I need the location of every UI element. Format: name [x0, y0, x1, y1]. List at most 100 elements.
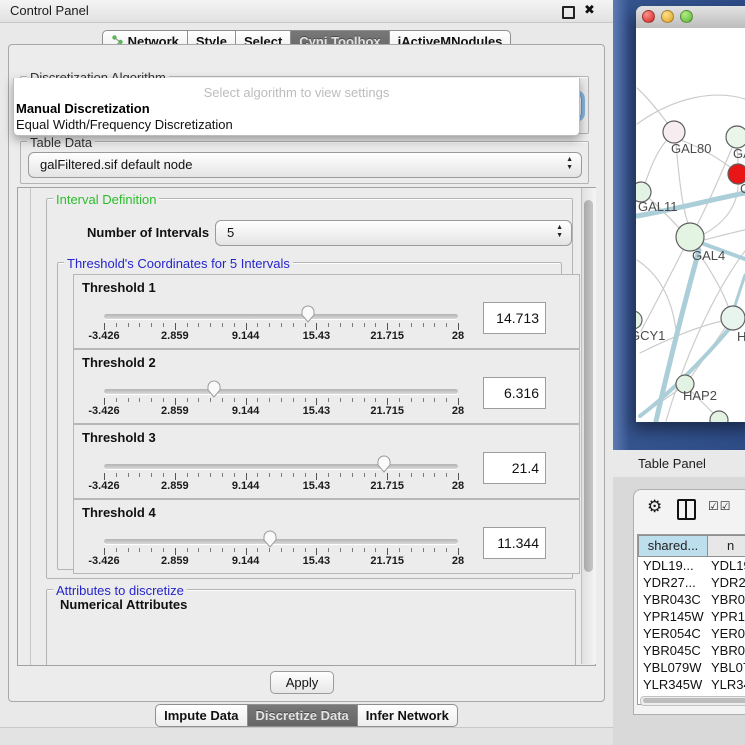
apply-button[interactable]: Apply	[270, 671, 334, 694]
threshold-slider[interactable]: -3.4262.8599.14415.4321.71528	[104, 425, 458, 498]
tick-mark	[352, 323, 353, 327]
tick-label: 28	[452, 405, 464, 417]
tick-label: -3.426	[88, 480, 119, 492]
table-row[interactable]: YDR27...YDR27...	[638, 574, 745, 591]
tick-mark	[246, 398, 247, 405]
slider-ticks	[104, 472, 458, 480]
table-row[interactable]: YBL079WYBL079W	[638, 659, 745, 676]
tick-mark	[210, 548, 211, 552]
tick-mark	[387, 548, 388, 555]
combo-value: 5	[227, 225, 234, 240]
slider-track[interactable]	[104, 539, 458, 544]
network-node[interactable]	[636, 311, 642, 329]
network-edge[interactable]	[637, 88, 668, 124]
tab-infer-network[interactable]: Infer Network	[358, 704, 458, 727]
viewport-scrollbar[interactable]	[581, 188, 596, 664]
network-edge[interactable]	[637, 95, 745, 124]
table-panel-card: ⚙ ☑☑ shared... n YDL19...YDL19...YDR27..…	[633, 489, 745, 715]
network-node[interactable]	[663, 121, 685, 143]
slider-thumb[interactable]	[206, 379, 222, 399]
table-cell: YBR043C	[643, 591, 709, 608]
network-edge[interactable]	[637, 260, 676, 330]
tick-label: 21.715	[370, 330, 404, 342]
table-row[interactable]: YBR043CYBR043C	[638, 591, 745, 608]
minimize-window-icon[interactable]	[661, 10, 674, 23]
network-window-titlebar[interactable]	[636, 6, 745, 29]
tick-mark	[434, 398, 435, 402]
tick-label: 15.43	[303, 330, 331, 342]
slider-ticks	[104, 547, 458, 555]
table-row[interactable]: YER054CYER054C	[638, 625, 745, 642]
slider-thumb[interactable]	[262, 529, 278, 549]
slider-track[interactable]	[104, 464, 458, 469]
dropdown-item-manual[interactable]: Manual Discretization	[16, 101, 150, 116]
zoom-window-icon[interactable]	[680, 10, 693, 23]
tick-mark	[411, 323, 412, 327]
threshold-slider[interactable]: -3.4262.8599.14415.4321.71528	[104, 350, 458, 423]
tick-mark	[281, 548, 282, 552]
threshold-slider[interactable]: -3.4262.8599.14415.4321.71528	[104, 500, 458, 573]
slider-thumb[interactable]	[376, 454, 392, 474]
tick-mark	[163, 398, 164, 402]
scrollbar-thumb[interactable]	[584, 200, 593, 572]
network-node[interactable]	[721, 306, 745, 330]
tick-mark	[411, 548, 412, 552]
table-row[interactable]: YLR345WYLR345W	[638, 676, 745, 693]
table-data-group: Table Data galFiltered.sif default node …	[20, 141, 589, 184]
tick-mark	[399, 323, 400, 327]
tick-label: 15.43	[303, 480, 331, 492]
network-node[interactable]	[676, 223, 704, 251]
table-cell: YLR345W	[643, 676, 709, 693]
tab-discretize-data[interactable]: Discretize Data	[248, 704, 358, 727]
tick-label: 2.859	[161, 555, 189, 567]
combo-arrows-icon: ▲▼	[556, 224, 563, 240]
network-canvas[interactable]: GAL80GACGAL11GAL4GCY1HHAP2	[636, 28, 745, 422]
tick-mark	[316, 398, 317, 405]
tab-impute-data[interactable]: Impute Data	[155, 704, 247, 727]
threshold-slider[interactable]: -3.4262.8599.14415.4321.71528	[104, 275, 458, 348]
network-edge[interactable]	[704, 184, 738, 234]
threshold-value-field[interactable]: 21.4	[483, 452, 546, 484]
gear-icon[interactable]: ⚙	[647, 497, 662, 517]
tick-mark	[257, 323, 258, 327]
threshold-value-field[interactable]: 6.316	[483, 377, 546, 409]
checkbox-icons[interactable]: ☑☑	[708, 499, 732, 513]
tick-mark	[446, 323, 447, 327]
network-edge[interactable]	[697, 148, 732, 225]
column-header-shared-name[interactable]: shared...	[638, 535, 708, 557]
table-row[interactable]: YBR045CYBR045C	[638, 642, 745, 659]
tick-mark	[316, 548, 317, 555]
threshold-value-field[interactable]: 11.344	[483, 527, 546, 559]
column-header-name[interactable]: n	[707, 535, 745, 557]
num-intervals-combobox[interactable]: 5 ▲▼	[215, 220, 572, 246]
network-edge[interactable]	[734, 275, 745, 309]
tick-label: -3.426	[88, 405, 119, 417]
inner-panel-border	[30, 188, 31, 665]
tick-mark	[269, 548, 270, 552]
app-root: Control Panel ✖ Network Style Select	[0, 0, 745, 745]
tick-mark	[175, 398, 176, 405]
close-icon[interactable]: ✖	[584, 2, 595, 18]
slider-track[interactable]	[104, 389, 458, 394]
table-horizontal-scrollbar[interactable]	[640, 696, 745, 706]
network-edge[interactable]	[645, 141, 666, 184]
dropdown-item-equal-width[interactable]: Equal Width/Frequency Discretization	[16, 117, 233, 132]
column-layout-icon[interactable]	[677, 499, 696, 520]
table-panel-titlebar[interactable]: Table Panel	[613, 450, 745, 477]
tick-mark	[340, 548, 341, 552]
scrollbar-thumb[interactable]	[643, 698, 745, 703]
network-node[interactable]	[726, 126, 745, 148]
float-window-icon[interactable]	[562, 6, 575, 19]
tick-mark	[246, 323, 247, 330]
table-row[interactable]: YDL19...YDL19...	[638, 557, 745, 574]
table-data-combobox[interactable]: galFiltered.sif default node ▲▼	[28, 152, 582, 178]
table-row[interactable]: YPR145WYPR145W	[638, 608, 745, 625]
network-edge[interactable]	[641, 250, 683, 331]
slider-thumb[interactable]	[300, 304, 316, 324]
threshold-value-field[interactable]: 14.713	[483, 302, 546, 334]
slider-track[interactable]	[104, 314, 458, 319]
close-window-icon[interactable]	[642, 10, 655, 23]
network-edge[interactable]	[704, 230, 745, 240]
tick-mark	[116, 398, 117, 402]
tick-mark	[246, 473, 247, 480]
